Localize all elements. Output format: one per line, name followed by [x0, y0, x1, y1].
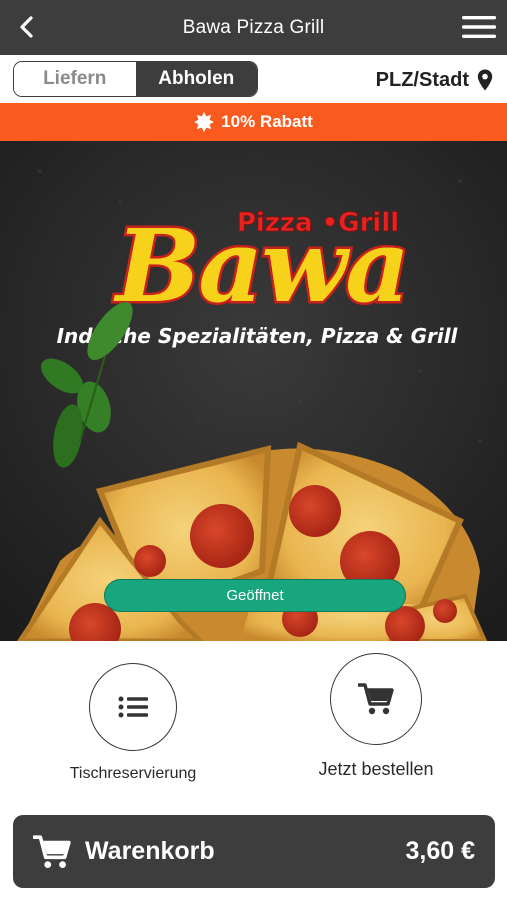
cart-bar-icon-wrap — [33, 833, 71, 871]
app-header: Bawa Pizza Grill — [0, 0, 507, 55]
order-mode-row: Liefern Abholen PLZ/Stadt — [0, 55, 507, 103]
cart-total: 3,60 € — [405, 837, 475, 865]
order-now-button[interactable]: Jetzt bestellen — [296, 653, 456, 780]
cart-label: Warenkorb — [85, 837, 215, 865]
chevron-left-icon — [20, 16, 33, 38]
delivery-mode-toggle: Liefern Abholen — [13, 61, 258, 97]
cart-icon — [33, 834, 71, 868]
map-pin-icon — [477, 69, 493, 91]
quick-actions: Tischreservierung Jetzt bestellen — [0, 641, 507, 811]
location-label: PLZ/Stadt — [375, 68, 469, 91]
location-selector[interactable]: PLZ/Stadt — [376, 67, 493, 93]
cart-bar-button[interactable]: Warenkorb 3,60 € — [13, 815, 495, 888]
hero-illustration: Pizza •Grill Bawa Indische Spezialitäten… — [0, 141, 507, 641]
order-now-circle — [330, 653, 422, 745]
open-status-button[interactable]: Geöffnet — [104, 579, 406, 612]
page-title: Bawa Pizza Grill — [182, 16, 325, 38]
cart-icon — [358, 683, 394, 715]
order-now-label: Jetzt bestellen — [318, 759, 434, 779]
menu-button[interactable] — [461, 12, 497, 42]
discount-banner: 10% Rabatt — [0, 103, 507, 141]
toggle-option-liefern[interactable]: Liefern — [14, 62, 136, 96]
brand-name: Bawa — [113, 207, 408, 325]
discount-text: 10% Rabatt — [221, 112, 313, 131]
back-button[interactable] — [12, 12, 42, 42]
toggle-option-abholen[interactable]: Abholen — [135, 62, 257, 96]
badge-icon — [194, 112, 215, 132]
list-icon — [118, 696, 148, 718]
table-reservation-button[interactable]: Tischreservierung — [58, 663, 208, 783]
hamburger-menu-icon — [462, 16, 496, 38]
table-reservation-label: Tischreservierung — [69, 765, 197, 782]
restaurant-hero-image: Pizza •Grill Bawa Indische Spezialitäten… — [0, 141, 507, 641]
table-reservation-circle — [89, 663, 177, 751]
